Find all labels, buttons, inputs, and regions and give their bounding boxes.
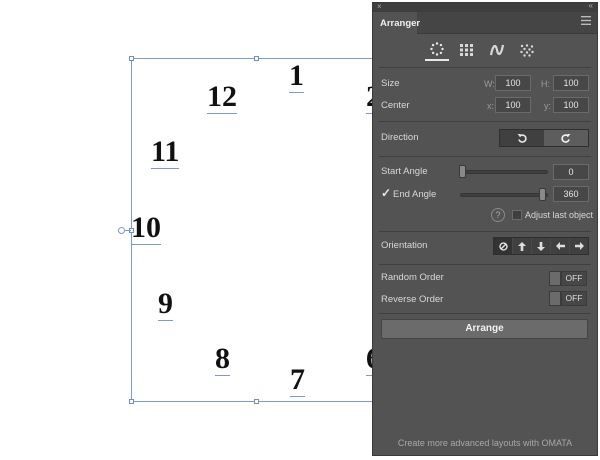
clock-number-11[interactable]: 11: [151, 137, 180, 169]
orientation-up-button[interactable]: [513, 238, 532, 254]
width-field[interactable]: 100: [495, 75, 531, 91]
orientation-toggle-group: [493, 237, 589, 255]
toggle-state: OFF: [561, 271, 587, 286]
divider: [379, 264, 591, 265]
arrow-left-icon: [555, 242, 565, 250]
center-x-field[interactable]: 100: [495, 97, 531, 113]
resize-handle-top[interactable]: [254, 56, 259, 61]
rotate-ccw-icon: [517, 134, 527, 143]
resize-handle-top-left[interactable]: [129, 56, 134, 61]
help-icon[interactable]: ?: [491, 208, 505, 222]
reverse-order-label: Reverse Order: [381, 294, 444, 305]
orientation-label: Orientation: [381, 240, 428, 251]
divider: [379, 156, 591, 157]
no-rotation-icon: [498, 241, 508, 251]
orientation-left-button[interactable]: [551, 238, 570, 254]
layout-mode-bar: [425, 39, 539, 61]
random-mode-icon[interactable]: [515, 39, 539, 61]
counterclockwise-button[interactable]: [500, 130, 544, 146]
center-x-label: x:: [487, 101, 495, 111]
selection-bounding-box[interactable]: [129, 56, 381, 404]
end-angle-label: End Angle: [393, 189, 437, 200]
resize-handle-bottom-left[interactable]: [129, 399, 134, 404]
clock-number-1[interactable]: 1: [289, 61, 304, 93]
adjust-last-object-checkbox[interactable]: [512, 210, 522, 220]
toggle-knob: [549, 271, 561, 286]
collapse-icon[interactable]: «: [589, 1, 593, 11]
center-label: Center: [381, 100, 410, 111]
size-label: Size: [381, 78, 400, 89]
arrow-right-icon: [574, 242, 584, 250]
end-angle-slider[interactable]: [460, 193, 548, 197]
height-field[interactable]: 100: [553, 75, 589, 91]
direction-label: Direction: [381, 132, 419, 143]
center-y-field[interactable]: 100: [553, 97, 589, 113]
end-angle-slider-thumb[interactable]: [539, 188, 546, 201]
adjust-last-object-label: Adjust last object: [525, 210, 594, 220]
clock-number-8[interactable]: 8: [215, 344, 230, 376]
divider: [379, 313, 591, 314]
start-angle-slider[interactable]: [460, 170, 548, 174]
arranger-panel: × « Arranger Size W: 100 H: 100 Center x…: [372, 1, 598, 456]
toggle-state: OFF: [561, 291, 587, 306]
tab-arranger[interactable]: Arranger: [373, 12, 420, 34]
circle-mode-icon[interactable]: [425, 39, 449, 61]
path-mode-icon[interactable]: [485, 39, 509, 61]
orientation-none-button[interactable]: [494, 238, 513, 254]
clock-number-7[interactable]: 7: [290, 365, 305, 397]
clockwise-button[interactable]: [544, 130, 588, 146]
resize-handle-bottom[interactable]: [254, 399, 259, 404]
reverse-order-toggle[interactable]: OFF: [549, 291, 587, 306]
orientation-right-button[interactable]: [570, 238, 588, 254]
rotate-handle[interactable]: [118, 227, 125, 234]
arrow-up-icon: [518, 241, 526, 251]
clock-number-12[interactable]: 12: [207, 82, 237, 114]
random-order-toggle[interactable]: OFF: [549, 271, 587, 286]
width-label: W:: [484, 79, 495, 89]
divider: [379, 231, 591, 232]
random-order-label: Random Order: [381, 272, 444, 283]
end-angle-checkmark[interactable]: ✓: [381, 186, 391, 200]
arrow-down-icon: [537, 241, 545, 251]
rotate-cw-icon: [561, 134, 571, 143]
toggle-knob: [549, 291, 561, 306]
panel-title-strip[interactable]: × «: [373, 1, 597, 12]
arrange-button[interactable]: Arrange: [381, 319, 588, 339]
grid-mode-icon[interactable]: [455, 39, 479, 61]
panel-tab-bar: Arranger: [373, 12, 597, 34]
clock-number-10[interactable]: 10: [131, 213, 161, 245]
start-angle-label: Start Angle: [381, 166, 428, 177]
divider: [379, 121, 591, 122]
divider: [379, 67, 591, 68]
end-angle-field[interactable]: 360: [553, 186, 589, 202]
center-y-label: y:: [544, 101, 552, 111]
clock-number-9[interactable]: 9: [158, 289, 173, 321]
start-angle-slider-thumb[interactable]: [459, 165, 466, 178]
direction-toggle-group: [499, 129, 589, 147]
close-icon[interactable]: ×: [377, 2, 382, 12]
omata-promo-text[interactable]: Create more advanced layouts with OMATA: [373, 438, 597, 448]
hamburger-icon[interactable]: [581, 16, 591, 28]
orientation-down-button[interactable]: [532, 238, 551, 254]
start-angle-field[interactable]: 0: [553, 164, 589, 180]
height-label: H:: [541, 79, 550, 89]
